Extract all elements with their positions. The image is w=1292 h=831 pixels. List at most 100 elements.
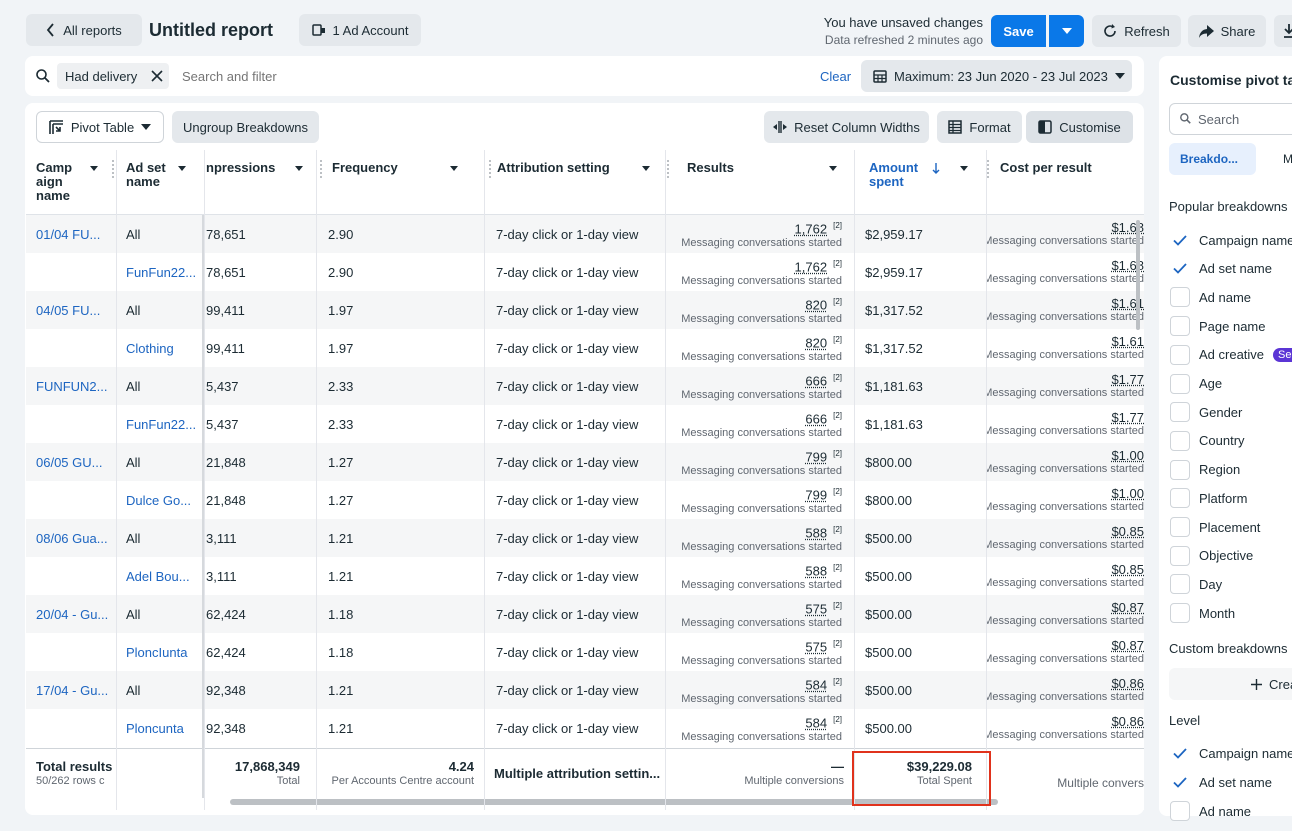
column-resize-handle[interactable] (987, 160, 989, 178)
table-row[interactable]: FunFun22... 78,651 2.90 7-day click or 1-da… (26, 253, 1144, 291)
adset-cell[interactable]: All (116, 519, 204, 557)
results-value[interactable]: 1,762 [2] (795, 219, 842, 236)
table-row[interactable]: Dulce Go... 21,848 1.27 7-day click or 1-da… (26, 481, 1144, 519)
date-range-picker[interactable]: Maximum: 23 Jun 2020 - 23 Jul 2023 (861, 60, 1132, 92)
campaign-link[interactable]: FUNFUN2... (36, 379, 108, 394)
column-header-campaign[interactable]: Camp aign name (26, 150, 116, 215)
adset-cell[interactable]: FunFun22... (116, 405, 204, 443)
column-header-cost-per-result[interactable]: Cost per result (986, 150, 1144, 215)
adset-cell[interactable]: All (116, 291, 204, 329)
breakdown-option[interactable]: Ad creative See (1170, 344, 1292, 366)
adset-link[interactable]: FunFun22... (126, 265, 196, 280)
breakdown-option[interactable]: Region (1170, 459, 1240, 481)
caret-down-icon[interactable] (172, 158, 192, 178)
adset-cell[interactable]: PloncIunta (116, 633, 204, 671)
adset-link[interactable]: PloncIunta (126, 645, 187, 660)
cpr-value[interactable]: $0.86 (1111, 677, 1144, 691)
cpr-value[interactable]: $0.87 (1111, 639, 1144, 653)
breakdown-option[interactable]: Country (1170, 430, 1245, 452)
refresh-button[interactable]: Refresh (1092, 15, 1181, 47)
checkbox[interactable] (1170, 287, 1190, 308)
adset-cell[interactable]: All (116, 671, 204, 709)
cpr-value[interactable]: $1.77 (1111, 411, 1144, 425)
ungroup-breakdowns-button[interactable]: Ungroup Breakdowns (172, 111, 319, 143)
results-value[interactable]: 666 [2] (805, 371, 842, 388)
campaign-link[interactable]: 01/04 FU... (36, 227, 100, 242)
breakdown-option[interactable]: Ad set name (1170, 258, 1272, 280)
checkbox-checked[interactable] (1170, 230, 1190, 250)
campaign-cell[interactable]: 06/05 GU... (26, 443, 116, 481)
column-header-amount-spent[interactable]: Amount spent (854, 150, 986, 215)
table-row[interactable]: Clothing 99,411 1.97 7-day click or 1-day v… (26, 329, 1144, 367)
reset-column-widths-button[interactable]: Reset Column Widths (764, 111, 929, 143)
column-header-impressions[interactable]: npressions (204, 150, 316, 215)
results-value[interactable]: 575 [2] (805, 637, 842, 654)
breakdown-option[interactable]: Ad name (1170, 286, 1251, 308)
column-header-results[interactable]: Results (665, 150, 854, 215)
campaign-cell[interactable] (26, 633, 116, 671)
campaign-cell[interactable]: 01/04 FU... (26, 215, 116, 253)
campaign-link[interactable]: 06/05 GU... (36, 455, 102, 470)
column-resize-handle[interactable] (489, 160, 491, 178)
sort-descending-icon[interactable] (932, 163, 940, 174)
campaign-cell[interactable]: 04/05 FU... (26, 291, 116, 329)
table-row[interactable]: FUNFUN2... All 5,437 2.33 7-day click or 1-d… (26, 367, 1144, 405)
checkbox[interactable] (1170, 603, 1190, 624)
table-row[interactable]: Adel Bou... 3,111 1.21 7-day click or 1-day… (26, 557, 1144, 595)
close-icon[interactable] (151, 70, 163, 82)
column-header-attribution[interactable]: Attribution setting (484, 150, 665, 215)
column-resize-handle[interactable] (667, 160, 669, 178)
table-row[interactable]: 20/04 - Gu... All 62,424 1.18 7-day click or… (26, 595, 1144, 633)
column-resize-handle[interactable] (112, 160, 114, 178)
adset-cell[interactable]: All (116, 443, 204, 481)
campaign-link[interactable]: 08/06 Gua... (36, 531, 108, 546)
campaign-link[interactable]: 17/04 - Gu... (36, 683, 108, 698)
adset-link[interactable]: Ploncunta (126, 721, 184, 736)
results-value[interactable]: 799 [2] (805, 485, 842, 502)
checkbox[interactable] (1170, 517, 1190, 537)
all-reports-button[interactable]: All reports (26, 14, 142, 46)
checkbox[interactable] (1170, 430, 1190, 451)
adset-cell[interactable]: All (116, 367, 204, 405)
adset-link[interactable]: Clothing (126, 341, 174, 356)
results-value[interactable]: 575 [2] (805, 599, 842, 616)
table-row[interactable]: FunFun22... 5,437 2.33 7-day click or 1-day… (26, 405, 1144, 443)
adset-cell[interactable]: Ploncunta (116, 709, 204, 747)
cpr-value[interactable]: $1.00 (1111, 449, 1144, 463)
results-value[interactable]: 820 [2] (805, 295, 842, 312)
table-row[interactable]: 04/05 FU... All 99,411 1.97 7-day click or 1… (26, 291, 1144, 329)
campaign-cell[interactable] (26, 481, 116, 519)
column-header-frequency[interactable]: Frequency (316, 150, 484, 215)
vertical-scrollbar[interactable] (1136, 220, 1140, 330)
cpr-value[interactable]: $1.77 (1111, 373, 1144, 387)
caret-down-icon[interactable] (823, 158, 843, 178)
checkbox[interactable] (1170, 574, 1190, 595)
breakdown-option[interactable]: Campaign name (1170, 229, 1292, 251)
caret-down-icon[interactable] (84, 158, 104, 178)
results-value[interactable]: 1,762 [2] (795, 257, 842, 274)
results-value[interactable]: 584 [2] (805, 713, 842, 730)
table-row[interactable]: 17/04 - Gu... All 92,348 1.21 7-day click or… (26, 671, 1144, 709)
caret-down-icon[interactable] (636, 158, 656, 178)
caret-down-icon[interactable] (444, 158, 464, 178)
results-value[interactable]: 820 [2] (805, 333, 842, 350)
cpr-value[interactable]: $1.00 (1111, 487, 1144, 501)
adset-cell[interactable]: All (116, 595, 204, 633)
breakdown-option[interactable]: Ad set name (1170, 771, 1272, 793)
adset-cell[interactable]: Adel Bou... (116, 557, 204, 595)
campaign-cell[interactable]: 17/04 - Gu... (26, 671, 116, 709)
results-value[interactable]: 584 [2] (805, 675, 842, 692)
customise-button[interactable]: Customise (1026, 111, 1133, 143)
campaign-cell[interactable] (26, 709, 116, 747)
checkbox-checked[interactable] (1170, 743, 1190, 763)
ad-account-button[interactable]: 1 Ad Account (299, 14, 421, 46)
results-value[interactable]: 666 [2] (805, 409, 842, 426)
cpr-value[interactable]: $0.86 (1111, 715, 1144, 729)
checkbox[interactable] (1170, 373, 1190, 394)
table-row[interactable]: PloncIunta 62,424 1.18 7-day click or 1-day… (26, 633, 1144, 671)
campaign-cell[interactable] (26, 329, 116, 367)
campaign-cell[interactable]: 08/06 Gua... (26, 519, 116, 557)
caret-down-icon[interactable] (954, 158, 974, 178)
view-type-dropdown[interactable]: Pivot Table (36, 111, 164, 143)
checkbox[interactable] (1170, 402, 1190, 423)
